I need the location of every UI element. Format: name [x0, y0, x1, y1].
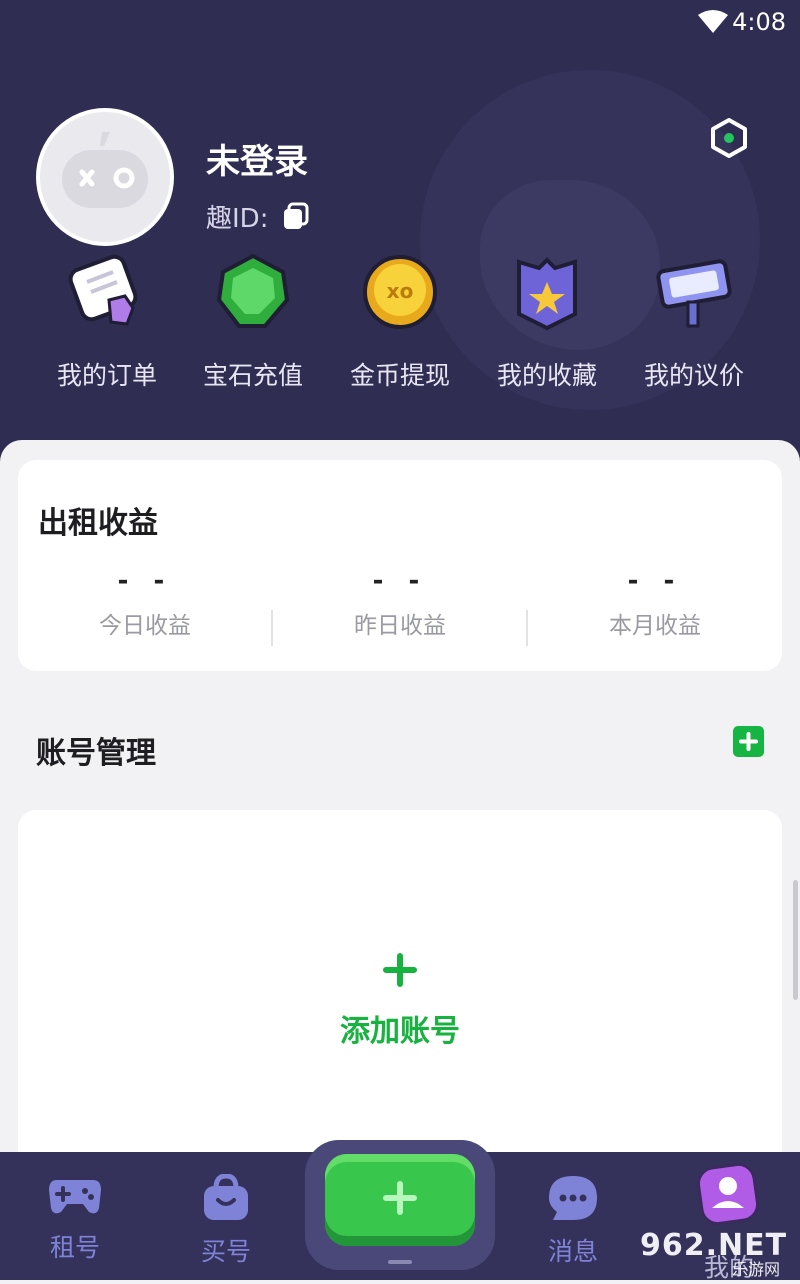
status-bar: 4:08 — [0, 0, 800, 44]
nav-label: 买号 — [200, 1237, 251, 1266]
quick-action-coin-withdraw[interactable]: xo 金币提现 — [325, 252, 475, 392]
earnings-yesterday: - - 昨日收益 — [273, 566, 527, 640]
add-account-button[interactable]: 添加账号 — [18, 1006, 782, 1050]
chat-icon — [549, 1176, 597, 1220]
earnings-today: - - 今日收益 — [18, 566, 272, 640]
nav-label: 租号 — [49, 1233, 100, 1262]
quick-action-label: 我的收藏 — [496, 361, 597, 390]
nav-buy[interactable]: 买号 — [161, 1173, 291, 1268]
center-button-face — [325, 1154, 475, 1246]
plus-icon — [739, 732, 758, 751]
profile-icon[interactable] — [696, 1160, 760, 1226]
center-indicator — [388, 1260, 412, 1264]
wifi-icon — [698, 10, 728, 33]
earnings-value: - - — [627, 566, 683, 596]
quick-action-label: 宝石充值 — [202, 361, 303, 390]
earnings-label: 今日收益 — [99, 613, 191, 639]
rental-earnings-card: 出租收益 - - 今日收益 - - 昨日收益 - - 本月收益 — [18, 460, 782, 671]
earnings-label: 昨日收益 — [354, 613, 446, 639]
account-management-title: 账号管理 — [36, 736, 156, 771]
copy-icon[interactable] — [282, 202, 310, 230]
add-account-plus-icon[interactable] — [382, 952, 418, 988]
earnings-month: - - 本月收益 — [528, 566, 782, 640]
earnings-value: - - — [117, 566, 173, 596]
add-account-button-small[interactable] — [733, 726, 764, 757]
price-sign-icon — [656, 259, 732, 328]
earnings-title: 出租收益 — [38, 506, 158, 541]
quick-action-orders[interactable]: 我的订单 — [32, 252, 182, 392]
favorite-icon — [517, 257, 577, 331]
status-time: 4:08 — [732, 8, 786, 36]
user-id-label: 趣ID: — [206, 204, 269, 234]
watermark-text: 乐游网 — [732, 1260, 781, 1279]
order-icon — [68, 254, 138, 326]
earnings-value: - - — [372, 566, 428, 596]
coin-icon: xo — [363, 255, 437, 329]
quick-action-favorites[interactable]: 我的收藏 — [472, 252, 622, 392]
svg-text:xo: xo — [387, 279, 414, 303]
nav-messages[interactable]: 消息 — [508, 1174, 638, 1268]
earnings-label: 本月收益 — [609, 613, 701, 639]
quick-action-label: 我的议价 — [643, 361, 744, 390]
settings-icon[interactable] — [709, 118, 749, 158]
default-avatar-icon — [62, 132, 148, 208]
quick-action-my-bargain[interactable]: 我的议价 — [619, 252, 769, 392]
scrollbar[interactable] — [793, 880, 798, 1000]
publish-center-button[interactable] — [305, 1140, 495, 1270]
plus-icon — [383, 1181, 417, 1215]
gem-icon — [216, 253, 290, 328]
account-list-card: 添加账号 — [18, 810, 782, 1180]
username[interactable]: 未登录 — [206, 134, 308, 183]
quick-action-label: 金币提现 — [349, 361, 450, 390]
quick-action-gem-recharge[interactable]: 宝石充值 — [178, 252, 328, 392]
gamepad-icon — [49, 1180, 101, 1214]
avatar[interactable] — [36, 108, 174, 246]
quick-action-label: 我的订单 — [56, 361, 157, 390]
shopping-bag-icon — [204, 1173, 248, 1220]
nav-rent[interactable]: 租号 — [10, 1174, 140, 1264]
nav-label: 消息 — [547, 1237, 598, 1266]
